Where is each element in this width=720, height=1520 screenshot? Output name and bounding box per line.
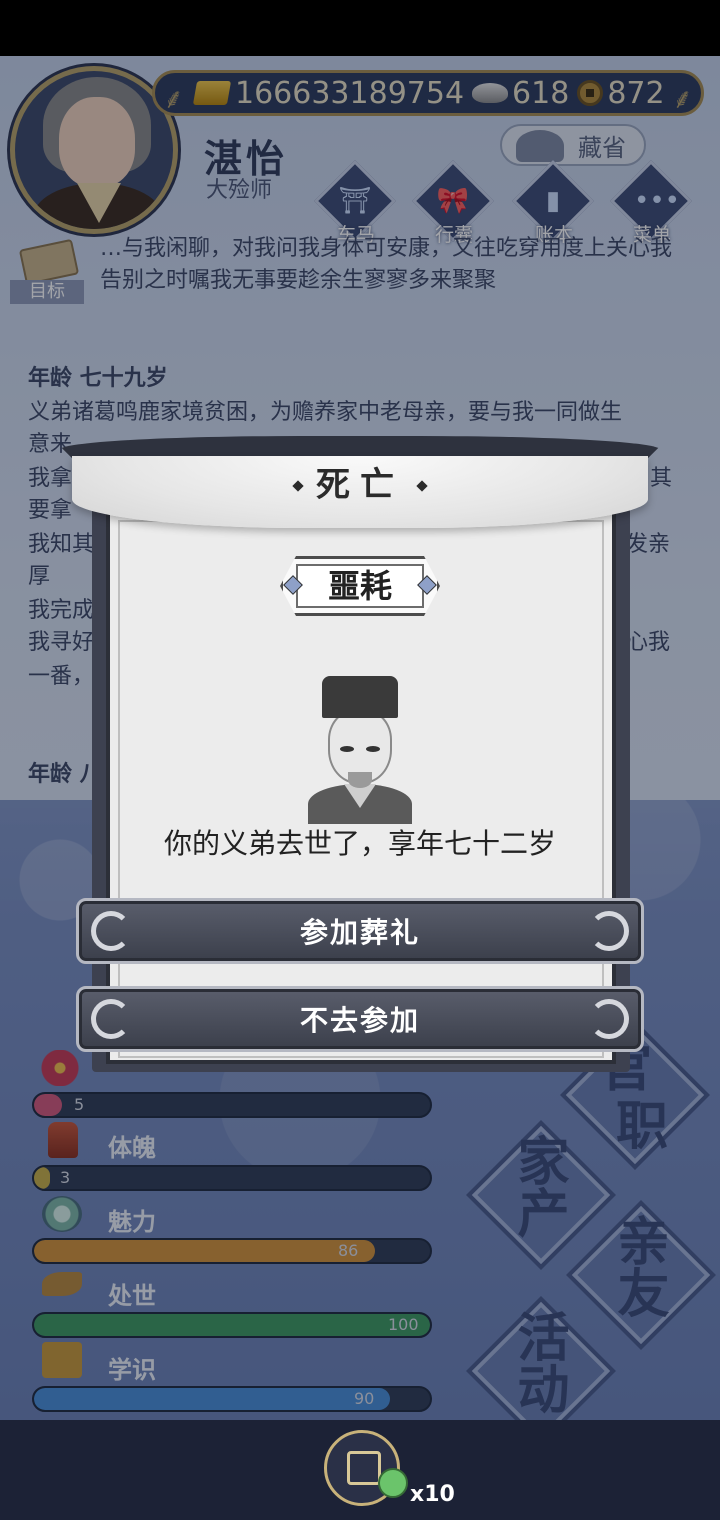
dialog-subtitle: 噩耗 [327, 567, 392, 605]
portrait-hat [322, 676, 398, 718]
portrait-beard [348, 772, 372, 788]
game-screen: ⸙ 166633189754 618 872 ⸙ 湛怡 大殓师 藏省 ⛩ 车马 … [0, 0, 720, 1520]
cloud-swirl-right-icon [589, 999, 629, 1039]
cloud-swirl-right-icon [589, 911, 629, 951]
decline-funeral-button[interactable]: 不去参加 [76, 986, 644, 1052]
decline-funeral-label: 不去参加 [299, 1004, 420, 1037]
cloud-swirl-left-icon [91, 911, 131, 951]
share-multiplier: x10 [410, 1482, 455, 1507]
deceased-portrait [300, 676, 420, 824]
dialog-message: 你的义弟去世了，享年七十二岁 [163, 827, 556, 860]
portrait-eye [366, 746, 380, 752]
share-icon [347, 1451, 381, 1485]
attend-funeral-label: 参加葬礼 [299, 916, 420, 949]
portrait-eye [340, 746, 354, 752]
cloud-swirl-left-icon [91, 999, 131, 1039]
status-bar [0, 0, 720, 56]
jade-coin-icon [378, 1468, 408, 1498]
dialog-title: 死亡 [316, 465, 404, 505]
attend-funeral-button[interactable]: 参加葬礼 [76, 898, 644, 964]
